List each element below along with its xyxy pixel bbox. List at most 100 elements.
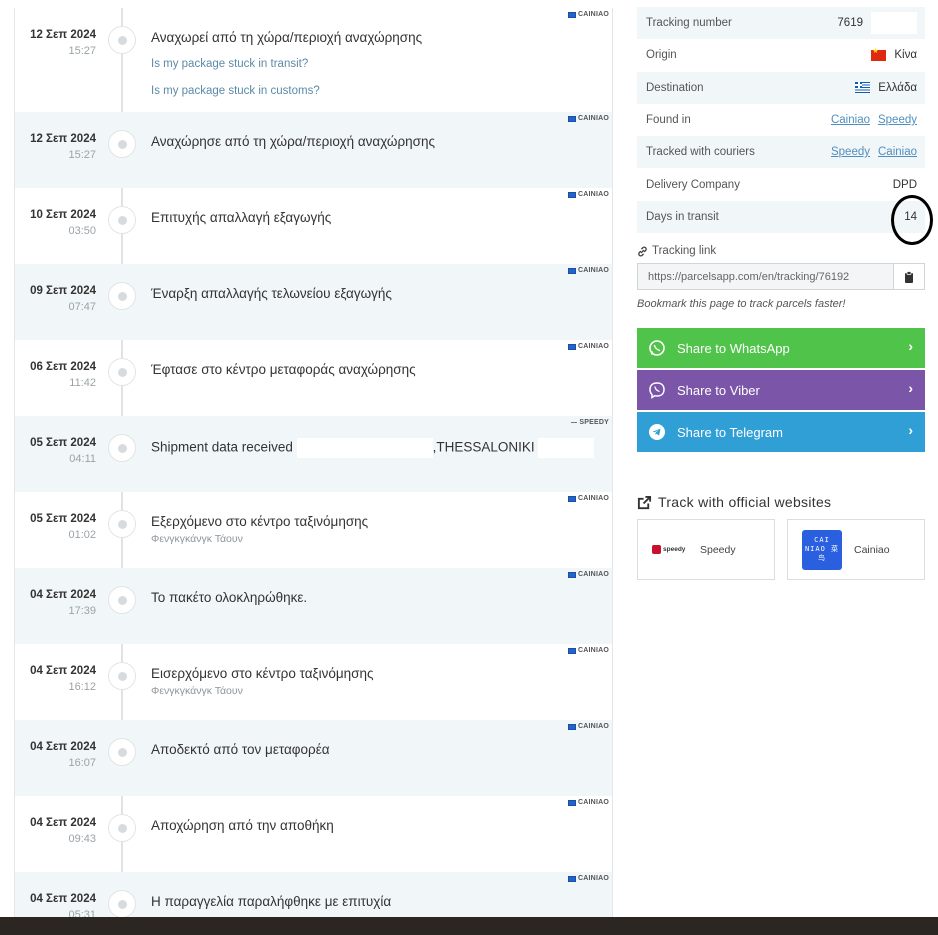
source-badge: CAINIAO	[568, 115, 609, 122]
origin-label: Origin	[646, 49, 677, 62]
event-description: Shipment data received ,THESSALONIKI	[151, 438, 595, 458]
tracked-with-label: Tracked with couriers	[646, 146, 755, 159]
tracking-number-label: Tracking number	[646, 17, 732, 30]
timeline-dot-icon	[108, 662, 136, 690]
event-time: 04:11	[69, 453, 96, 465]
timeline-dot-icon	[108, 26, 136, 54]
greece-flag-icon	[855, 82, 871, 94]
event-date: 06 Σεπ 2024	[30, 361, 96, 373]
event-time: 07:47	[68, 301, 96, 313]
cainiao-flag-icon	[568, 799, 577, 806]
event-description: Αποχώρηση από την αποθήκη	[151, 818, 334, 833]
timeline-event: 04 Σεπ 2024 16:07 Αποδεκτό από τον μεταφ…	[15, 720, 612, 796]
official-websites-list: speedy Speedy CAI NIAO 菜鸟 Cainiao	[637, 519, 925, 581]
event-description: Αναχωρεί από τη χώρα/περιοχή αναχώρησης	[151, 30, 423, 45]
tracking-url-input[interactable]	[637, 263, 893, 291]
event-date: 04 Σεπ 2024	[30, 589, 96, 601]
cainiao-website-card[interactable]: CAI NIAO 菜鸟 Cainiao	[787, 519, 925, 581]
copy-link-button[interactable]	[893, 263, 925, 291]
timeline-event: 04 Σεπ 2024 09:43 Αποχώρηση από την αποθ…	[15, 796, 612, 872]
tracking-timeline: 12 Σεπ 2024 15:27 Αναχωρεί από τη χώρα/π…	[14, 8, 613, 920]
shipment-sidebar: Tracking number 7619 Origin Κίνα Destina…	[637, 7, 933, 581]
official-websites-heading: Track with official websites	[637, 494, 925, 510]
timeline-event: 04 Σεπ 2024 16:12 Εισερχόμενο στο κέντρο…	[15, 644, 612, 720]
timeline-event: 06 Σεπ 2024 11:42 Έφτασε στο κέντρο μετα…	[15, 340, 612, 416]
bookmark-hint: Bookmark this page to track parcels fast…	[637, 298, 846, 311]
delivery-company-row: Delivery Company DPD	[637, 168, 925, 200]
source-badge: CAINIAO	[568, 875, 609, 882]
event-description: Η παραγγελία παραλήφθηκε με επιτυχία	[151, 894, 392, 909]
cainiao-flag-icon	[568, 191, 577, 198]
source-badge: CAINIAO	[568, 571, 609, 578]
delivery-company-label: Delivery Company	[646, 178, 740, 191]
event-description: Αναχώρησε από τη χώρα/περιοχή αναχώρησης	[151, 134, 435, 149]
tracking-url-box	[637, 263, 925, 291]
cainiao-flag-icon	[568, 115, 577, 122]
event-description: Το πακέτο ολοκληρώθηκε.	[151, 590, 308, 605]
tracked-with-row: Tracked with couriers Speedy Cainiao	[637, 136, 925, 169]
redacted-block	[296, 438, 433, 458]
taskbar	[0, 917, 938, 935]
china-flag-icon	[871, 47, 887, 61]
tracking-number-value: 7619	[837, 17, 863, 30]
event-description: Αποδεκτό από τον μεταφορέα	[151, 742, 330, 757]
timeline-event: 04 Σεπ 2024 05:31 Η παραγγελία παραλήφθη…	[15, 872, 612, 920]
share-telegram-button[interactable]: Share to Telegram ›	[637, 412, 925, 453]
stuck-in-customs-link[interactable]: Is my package stuck in customs?	[151, 85, 320, 97]
timeline-dot-icon	[108, 282, 136, 310]
destination-row: Destination Ελλάδα	[637, 71, 925, 104]
timeline-dot-icon	[108, 130, 136, 158]
event-description: Εξερχόμενο στο κέντρο ταξινόμησης	[151, 514, 369, 529]
timeline-dot-icon	[108, 814, 136, 842]
destination-value: Ελλάδα	[878, 81, 917, 94]
event-description: Επιτυχής απαλλαγή εξαγωγής	[151, 210, 332, 225]
share-whatsapp-button[interactable]: Share to WhatsApp ›	[637, 328, 925, 369]
found-in-speedy-link[interactable]: Speedy	[878, 114, 917, 126]
timeline-event: 12 Σεπ 2024 15:27 Αναχωρεί από τη χώρα/π…	[15, 8, 612, 112]
share-viber-button[interactable]: Share to Viber ›	[637, 370, 925, 411]
event-date: 04 Σεπ 2024	[30, 741, 96, 753]
days-in-transit-row: Days in transit 14	[637, 200, 925, 234]
event-date: 04 Σεπ 2024	[30, 893, 96, 905]
source-badge: CAINIAO	[568, 267, 609, 274]
event-location: Φενγκγκάνγκ Τάουν	[151, 685, 243, 697]
share-viber-label: Share to Viber	[677, 382, 760, 398]
speedy-website-card[interactable]: speedy Speedy	[637, 519, 775, 581]
source-badge: SPEEDY	[571, 419, 609, 426]
delivery-company-value: DPD	[892, 178, 917, 191]
event-description-city: ,THESSALONIKI	[432, 439, 535, 455]
event-date: 12 Σεπ 2024	[30, 29, 96, 41]
event-time: 15:27	[68, 45, 96, 57]
chevron-right-icon: ›	[908, 338, 913, 355]
found-in-row: Found in Cainiao Speedy	[637, 104, 925, 136]
speedy-logo-icon	[571, 422, 578, 423]
whatsapp-icon	[647, 338, 667, 358]
tracked-with-speedy-link[interactable]: Speedy	[831, 146, 870, 158]
days-in-transit-label: Days in transit	[646, 210, 719, 223]
stuck-in-transit-link[interactable]: Is my package stuck in transit?	[151, 58, 308, 70]
share-telegram-label: Share to Telegram	[677, 424, 783, 440]
source-badge: CAINIAO	[568, 647, 609, 654]
tracking-number-row: Tracking number 7619	[637, 7, 925, 40]
cainiao-flag-icon	[568, 11, 577, 18]
timeline-dot-icon	[108, 586, 136, 614]
timeline-event: 09 Σεπ 2024 07:47 Έναρξη απαλλαγής τελων…	[15, 264, 612, 340]
found-in-cainiao-link[interactable]: Cainiao	[831, 114, 870, 126]
found-in-label: Found in	[646, 114, 691, 127]
clipboard-icon	[905, 270, 913, 283]
source-badge: CAINIAO	[568, 11, 609, 18]
speedy-logo: speedy	[652, 545, 688, 555]
timeline-event: 05 Σεπ 2024 01:02 Εξερχόμενο στο κέντρο …	[15, 492, 612, 568]
event-time: 01:02	[68, 529, 96, 541]
source-badge: CAINIAO	[568, 495, 609, 502]
cainiao-flag-icon	[568, 267, 577, 274]
tracked-with-cainiao-link[interactable]: Cainiao	[878, 146, 917, 158]
tracking-link-heading: Tracking link	[637, 245, 925, 257]
hand-drawn-circle-annotation	[891, 195, 933, 245]
cainiao-flag-icon	[568, 875, 577, 882]
event-time: 16:07	[68, 757, 96, 769]
source-badge: CAINIAO	[568, 343, 609, 350]
timeline-event: 04 Σεπ 2024 17:39 Το πακέτο ολοκληρώθηκε…	[15, 568, 612, 644]
event-time: 15:27	[68, 149, 96, 161]
timeline-event: 12 Σεπ 2024 15:27 Αναχώρησε από τη χώρα/…	[15, 112, 612, 188]
